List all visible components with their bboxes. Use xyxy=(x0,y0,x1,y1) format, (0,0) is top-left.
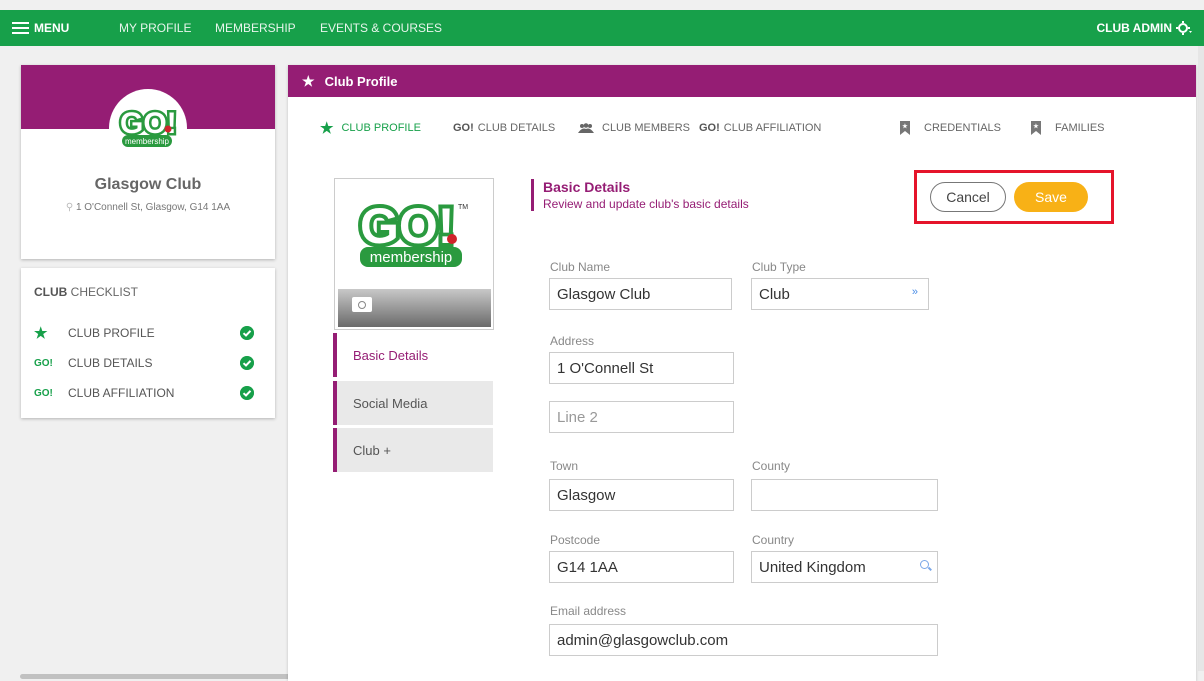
bookmark-icon: ★ xyxy=(900,121,910,135)
email-input[interactable]: admin@glasgowclub.com xyxy=(549,624,938,656)
go-membership-logo-icon: GO! TM membership xyxy=(356,197,468,267)
club-logo-large: GO! TM membership xyxy=(343,189,483,281)
check-icon xyxy=(240,326,254,340)
search-icon xyxy=(920,560,929,569)
address-line2-input[interactable]: Line 2 xyxy=(549,401,734,433)
chevron-down-icon: » xyxy=(911,286,918,298)
photo-upload-strip[interactable] xyxy=(338,289,491,327)
club-address: ⚲ 1 O'Connell St, Glasgow, G14 1AA xyxy=(65,202,231,213)
go-logo-icon: GO! xyxy=(34,357,53,369)
town-label: Town xyxy=(550,459,579,473)
address-line1-input[interactable]: 1 O'Connell St xyxy=(549,352,734,384)
check-icon xyxy=(240,386,254,400)
go-logo-icon: GO! xyxy=(699,122,720,134)
checklist-item-club-profile[interactable]: ★ CLUB PROFILE xyxy=(34,324,262,342)
tab-club-members[interactable]: CLUB MEMBERS xyxy=(578,117,690,139)
gear-icon xyxy=(1176,21,1192,35)
go-logo-icon: GO! xyxy=(34,387,53,399)
nav-my-profile[interactable]: MY PROFILE xyxy=(119,10,191,46)
club-profile-panel: ★ Club Profile ★ CLUB PROFILE GO! CLUB D… xyxy=(288,65,1196,681)
address-label: Address xyxy=(550,334,595,348)
checklist-item-club-affiliation[interactable]: GO! CLUB AFFILIATION xyxy=(34,384,262,402)
star-icon: ★ xyxy=(34,325,48,342)
country-input[interactable]: United Kingdom xyxy=(751,551,938,583)
location-pin-icon: ⚲ xyxy=(65,202,76,213)
club-admin-label: CLUB ADMIN xyxy=(1096,21,1172,35)
panel-title: Club Profile xyxy=(324,73,398,89)
panel-header: ★ Club Profile xyxy=(288,65,1196,97)
svg-text:★: ★ xyxy=(902,123,908,130)
menu-button[interactable]: MENU xyxy=(12,10,69,46)
vertical-scrollbar[interactable] xyxy=(1198,46,1204,671)
sidenav-social-media[interactable]: Social Media xyxy=(333,381,493,425)
star-icon: ★ xyxy=(320,120,334,137)
bookmark-icon: ★ xyxy=(1031,121,1041,135)
svg-text:GO!: GO! xyxy=(360,198,454,254)
hamburger-icon xyxy=(12,22,29,34)
country-label: Country xyxy=(752,533,795,547)
club-admin-menu[interactable]: CLUB ADMIN xyxy=(1096,10,1192,46)
sidenav-basic-details[interactable]: Basic Details xyxy=(333,333,493,377)
club-name: Glasgow Club xyxy=(94,176,202,193)
star-icon: ★ xyxy=(302,72,315,89)
club-checklist: CLUB CHECKLIST ★ CLUB PROFILE GO! CLUB D… xyxy=(21,268,275,418)
email-label: Email address xyxy=(550,604,627,618)
club-profile-card: GO! membership Glasgow Club ⚲ 1 O'Connel… xyxy=(21,65,275,259)
tab-club-details[interactable]: GO! CLUB DETAILS xyxy=(453,117,555,139)
section-title: Basic Details xyxy=(543,179,631,195)
svg-text:membership: membership xyxy=(125,137,170,146)
club-type-select[interactable]: Club » xyxy=(751,278,929,310)
postcode-input[interactable]: G14 1AA xyxy=(549,551,734,583)
club-logo: GO! membership xyxy=(109,89,187,167)
nav-membership[interactable]: MEMBERSHIP xyxy=(215,10,296,46)
people-icon xyxy=(578,123,594,133)
go-logo-icon: GO! xyxy=(453,122,474,134)
svg-text:TM: TM xyxy=(458,204,468,211)
checklist-item-club-details[interactable]: GO! CLUB DETAILS xyxy=(34,354,262,372)
menu-label: MENU xyxy=(34,21,70,35)
sidenav-club-plus[interactable]: Club + xyxy=(333,428,493,472)
camera-icon[interactable] xyxy=(352,297,372,312)
svg-text:★: ★ xyxy=(1033,123,1039,130)
town-input[interactable]: Glasgow xyxy=(549,479,734,511)
checklist-title: CLUB CHECKLIST xyxy=(34,285,139,299)
club-name-label: Club Name xyxy=(550,260,611,274)
save-button[interactable]: Save xyxy=(1014,182,1088,212)
county-label: County xyxy=(752,459,791,473)
tab-club-profile[interactable]: ★ CLUB PROFILE xyxy=(320,117,421,139)
club-logo-upload[interactable]: GO! TM membership xyxy=(334,178,494,330)
postcode-label: Postcode xyxy=(550,533,601,547)
club-name-input[interactable]: Glasgow Club xyxy=(549,278,732,310)
tab-club-affiliation[interactable]: GO! CLUB AFFILIATION xyxy=(699,117,821,139)
svg-text:membership: membership xyxy=(370,249,453,266)
nav-events-courses[interactable]: EVENTS & COURSES xyxy=(320,10,442,46)
county-input[interactable] xyxy=(751,479,938,511)
tab-families[interactable]: ★ FAMILIES xyxy=(1031,117,1105,139)
check-icon xyxy=(240,356,254,370)
section-header: Basic Details Review and update club's b… xyxy=(531,179,749,211)
cancel-button[interactable]: Cancel xyxy=(930,182,1006,212)
go-membership-logo-icon: GO! membership xyxy=(118,105,179,147)
top-nav: MENU MY PROFILE MEMBERSHIP EVENTS & COUR… xyxy=(0,10,1204,46)
section-subtitle: Review and update club's basic details xyxy=(543,197,749,211)
tab-credentials[interactable]: ★ CREDENTIALS xyxy=(900,117,1001,139)
club-type-label: Club Type xyxy=(752,260,806,274)
